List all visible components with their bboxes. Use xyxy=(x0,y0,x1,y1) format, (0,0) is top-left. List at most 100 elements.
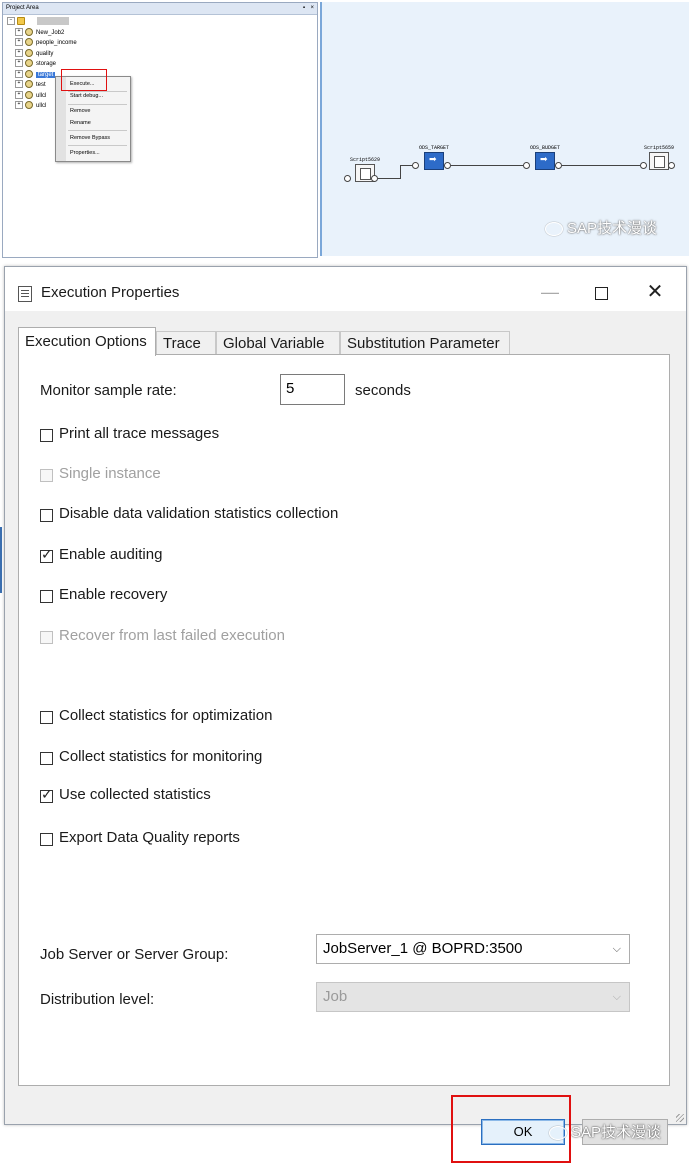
tab-global-variable[interactable]: Global Variable xyxy=(216,331,340,355)
expand-icon[interactable]: + xyxy=(15,80,23,89)
tab-substitution-parameter[interactable]: Substitution Parameter xyxy=(340,331,510,355)
highlight-box xyxy=(61,69,107,91)
pin-icon[interactable]: ▪ xyxy=(303,3,305,14)
tree-item-label: ullcl xyxy=(36,103,47,109)
menu-separator xyxy=(68,145,127,146)
checkbox-label: Collect statistics for optimization xyxy=(59,707,273,724)
job-icon xyxy=(25,80,33,89)
tree-item-label: target xyxy=(36,71,56,78)
tree-item-label: quality xyxy=(36,50,54,57)
dataflow-icon xyxy=(535,152,555,170)
connector-line xyxy=(562,165,640,166)
checkbox-label: Enable auditing xyxy=(59,546,163,563)
checkbox-checked[interactable] xyxy=(40,787,53,803)
connector-line xyxy=(378,178,400,179)
output-port[interactable] xyxy=(371,175,378,182)
job-server-select[interactable]: JobServer_1 @ BOPRD:3500 ⌵ xyxy=(316,934,630,964)
project-area-title-bar: Project Area ▪ × xyxy=(3,3,317,15)
distribution-level-value: Job xyxy=(323,988,348,1005)
collapse-icon[interactable]: − xyxy=(7,17,15,26)
tree-item-label: test xyxy=(36,82,46,88)
expand-icon[interactable]: + xyxy=(15,48,23,57)
output-port[interactable] xyxy=(668,162,675,169)
expand-icon[interactable]: + xyxy=(15,90,23,99)
execution-options-panel: Monitor sample rate: 5 seconds Print all… xyxy=(18,354,670,1086)
seconds-label: seconds xyxy=(355,382,411,399)
expand-icon[interactable]: + xyxy=(15,59,23,68)
watermark: SAP技术漫谈 xyxy=(545,217,657,238)
input-port[interactable] xyxy=(523,162,530,169)
menu-item-remove-bypass[interactable]: Remove Bypass xyxy=(70,134,110,143)
resize-grip[interactable] xyxy=(676,1114,684,1122)
close-button[interactable]: ✕ xyxy=(635,280,675,304)
input-port[interactable] xyxy=(412,162,419,169)
job-server-label: Job Server or Server Group: xyxy=(40,946,229,963)
expand-icon[interactable]: + xyxy=(15,38,23,47)
expand-icon[interactable]: + xyxy=(15,27,23,36)
tab-execution-options[interactable]: Execution Options xyxy=(18,327,156,356)
close-icon[interactable]: × xyxy=(310,3,314,14)
dataflow-icon xyxy=(424,152,444,170)
connector-line xyxy=(451,165,523,166)
output-port[interactable] xyxy=(555,162,562,169)
dialog-title-bar[interactable]: Execution Properties — ✕ xyxy=(5,267,686,311)
checkbox[interactable] xyxy=(40,509,53,522)
tree-item[interactable]: + quality xyxy=(7,48,77,60)
maximize-icon xyxy=(594,286,608,300)
maximize-button[interactable] xyxy=(581,280,621,304)
checkbox[interactable] xyxy=(40,590,53,603)
folder-icon xyxy=(17,17,25,26)
tab-trace[interactable]: Trace xyxy=(156,331,216,355)
script-icon xyxy=(649,152,669,170)
tree-item-label: New_Job2 xyxy=(36,29,65,36)
checkbox-label: Use collected statistics xyxy=(59,786,211,803)
expand-icon[interactable]: + xyxy=(15,69,23,78)
checkbox-label: Collect statistics for monitoring xyxy=(59,748,263,765)
designer-screenshot: Project Area ▪ × − + New_Job2 + people_inc… xyxy=(0,0,689,258)
checkbox-label: Print all trace messages xyxy=(59,425,220,442)
node-label: ODS_TARGET xyxy=(419,145,450,151)
menu-item-properties[interactable]: Properties... xyxy=(70,149,100,158)
project-area-panel: Project Area ▪ × − + New_Job2 + people_inc… xyxy=(2,2,318,258)
minimize-button[interactable]: — xyxy=(530,280,570,304)
execution-properties-dialog: Execution Properties — ✕ Execution Optio… xyxy=(4,266,687,1163)
menu-separator xyxy=(68,130,127,131)
node-label: Script5659 xyxy=(644,145,675,151)
wechat-icon xyxy=(549,1126,567,1141)
monitor-sample-rate-input[interactable]: 5 xyxy=(280,374,345,405)
tree-item[interactable]: + storage xyxy=(7,59,77,70)
job-icon xyxy=(25,101,33,110)
monitor-sample-rate-label: Monitor sample rate: xyxy=(40,382,177,399)
tree-item-label: people_income xyxy=(36,40,77,46)
checkbox xyxy=(40,631,53,644)
job-icon xyxy=(25,90,33,99)
checkbox xyxy=(40,469,53,482)
checkbox-label: Single instance xyxy=(59,465,161,482)
menu-item-rename[interactable]: Rename xyxy=(70,119,91,128)
tree-root[interactable]: − xyxy=(7,17,77,28)
expand-icon[interactable]: + xyxy=(15,101,23,110)
connector-line xyxy=(400,165,401,179)
checkbox[interactable] xyxy=(40,752,53,765)
redacted-label xyxy=(37,17,69,25)
tree-item[interactable]: + people_income xyxy=(7,38,77,49)
menu-item-remove[interactable]: Remove xyxy=(70,107,90,116)
checkbox[interactable] xyxy=(40,833,53,846)
background-window-edge xyxy=(0,527,2,593)
document-icon xyxy=(18,286,32,302)
checkbox[interactable] xyxy=(40,429,53,442)
watermark: SAP技术漫谈 xyxy=(549,1121,661,1142)
dialog-title: Execution Properties xyxy=(41,284,180,301)
tree-item[interactable]: + New_Job2 xyxy=(7,27,77,39)
connector-line xyxy=(400,165,412,166)
checkbox[interactable] xyxy=(40,711,53,724)
menu-separator xyxy=(68,104,127,105)
distribution-level-select: Job ⌵ xyxy=(316,982,630,1012)
menu-item-start-debug[interactable]: Start debug... xyxy=(70,92,103,101)
chevron-down-icon[interactable]: ⌵ xyxy=(613,935,621,963)
dialog-body: Execution Options Trace Global Variable … xyxy=(5,311,686,1163)
output-port[interactable] xyxy=(444,162,451,169)
wechat-icon xyxy=(545,222,563,237)
job-icon xyxy=(25,38,33,47)
checkbox-checked[interactable] xyxy=(40,547,53,563)
